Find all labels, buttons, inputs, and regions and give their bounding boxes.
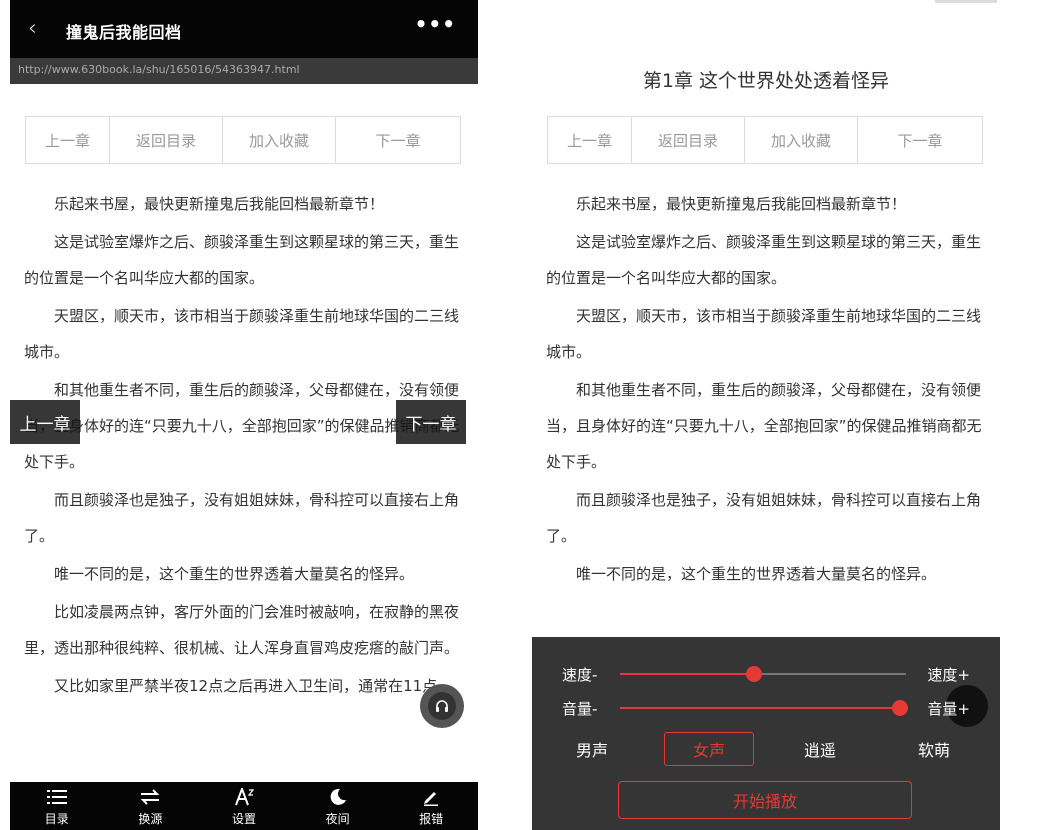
toolbar-item-night[interactable]: 夜间 — [291, 782, 385, 830]
volume-slider[interactable] — [620, 700, 909, 716]
start-playback-button[interactable]: 开始播放 — [618, 781, 912, 819]
toolbar-label: 目录 — [44, 811, 69, 826]
volume-row: 音量- 音量+ — [532, 693, 1000, 723]
next-chapter-button[interactable]: 下一章 — [336, 117, 460, 163]
corner-tab — [935, 0, 997, 3]
toolbar-label: 换源 — [138, 811, 163, 826]
paragraph: 又比如家里严禁半夜12点之后再进入卫生间，通常在11点 — [54, 677, 438, 695]
voice-option-xiaoyao[interactable]: 逍遥 — [790, 732, 850, 766]
volume-up-button[interactable]: 音量+ — [927, 698, 970, 719]
paragraph: 唯一不同的是，这个重生的世界透着大量莫名的怪异。 — [576, 565, 937, 583]
toolbar-item-settings[interactable]: 设置 — [197, 782, 291, 830]
next-chapter-button[interactable]: 下一章 — [858, 117, 982, 163]
toolbar-item-toc[interactable]: 目录 — [10, 782, 104, 830]
paragraph: 乐起来书屋，最快更新撞鬼后我能回档最新章节！ — [54, 195, 385, 213]
volume-slider-fill — [620, 707, 901, 709]
side-prev-chapter-button[interactable]: 上一章 — [10, 400, 80, 444]
speed-up-button[interactable]: 速度+ — [927, 664, 970, 685]
headphones-icon — [428, 692, 456, 720]
chapter-nav: 上一章 返回目录 加入收藏 下一章 — [25, 116, 461, 164]
paragraph: 这是试验室爆炸之后、颜骏泽重生到这颗星球的第三天，重生的位置是一个名叫华应大都的… — [24, 233, 460, 287]
chapter-nav: 上一章 返回目录 加入收藏 下一章 — [547, 116, 983, 164]
volume-slider-handle[interactable] — [892, 700, 909, 716]
back-icon[interactable]: ‹ — [28, 16, 37, 41]
bookmark-button[interactable]: 加入收藏 — [223, 117, 336, 163]
book-title: 撞鬼后我能回档 — [66, 23, 182, 42]
paragraph: 比如凌晨两点钟，客厅外面的门会准时被敲响，在寂静的黑夜里，透出那种很纯粹、很机械… — [24, 603, 460, 657]
swap-icon — [140, 786, 160, 808]
tts-panel: 速度- 速度+ 音量- 音量+ 男声 女声 逍遥 软萌 开始播放 — [532, 637, 1000, 830]
bottom-toolbar: 目录 换源 设置 夜间 报错 — [10, 782, 478, 830]
toolbar-label: 夜间 — [325, 811, 350, 826]
voice-selector: 男声 女声 逍遥 软萌 — [532, 732, 1000, 766]
moon-icon — [329, 786, 347, 808]
paragraph: 乐起来书屋，最快更新撞鬼后我能回档最新章节！ — [576, 195, 907, 213]
bookmark-button[interactable]: 加入收藏 — [745, 117, 858, 163]
toolbar-item-report[interactable]: 报错 — [384, 782, 478, 830]
prev-chapter-button[interactable]: 上一章 — [26, 117, 110, 163]
voice-option-male[interactable]: 男声 — [562, 732, 622, 766]
more-icon[interactable]: ••• — [415, 12, 456, 36]
top-bar: ‹ 撞鬼后我能回档 ••• — [10, 0, 478, 58]
speed-row: 速度- 速度+ — [532, 659, 1000, 689]
paragraph: 这是试验室爆炸之后、颜骏泽重生到这颗星球的第三天，重生的位置是一个名叫华应大都的… — [546, 233, 982, 287]
chapter-content: 乐起来书屋，最快更新撞鬼后我能回档最新章节！ 这是试验室爆炸之后、颜骏泽重生到这… — [24, 186, 464, 706]
chapter-content: 乐起来书屋，最快更新撞鬼后我能回档最新章节！ 这是试验室爆炸之后、颜骏泽重生到这… — [546, 186, 986, 594]
paragraph: 而且颜骏泽也是独子，没有姐姐妹妹，骨科控可以直接右上角了。 — [546, 491, 982, 545]
toc-button[interactable]: 返回目录 — [110, 117, 223, 163]
voice-option-female[interactable]: 女声 — [664, 732, 754, 766]
toolbar-item-source[interactable]: 换源 — [104, 782, 198, 830]
side-next-chapter-button[interactable]: 下一章 — [396, 400, 466, 444]
speed-slider-handle[interactable] — [746, 666, 763, 682]
paragraph: 天盟区，顺天市，该市相当于颜骏泽重生前地球华国的二三线城市。 — [546, 307, 982, 361]
volume-down-button[interactable]: 音量- — [562, 698, 597, 719]
toolbar-label: 设置 — [231, 811, 256, 826]
reader-screen-right: 第1章 这个世界处处透着怪异 上一章 返回目录 加入收藏 下一章 乐起来书屋，最… — [532, 0, 1000, 830]
toolbar-label: 报错 — [419, 811, 444, 826]
reader-screen-left: ‹ 撞鬼后我能回档 ••• http://www.630book.la/shu/… — [10, 0, 478, 830]
speed-slider-fill — [620, 673, 755, 675]
paragraph: 和其他重生者不同，重生后的颜骏泽，父母都健在，没有领便当，且身体好的连“只要九十… — [546, 381, 982, 471]
chapter-title: 第1章 这个世界处处透着怪异 — [642, 70, 890, 92]
font-size-icon — [234, 786, 254, 808]
pencil-icon — [422, 786, 440, 808]
listen-button[interactable] — [420, 684, 464, 728]
list-icon — [46, 786, 67, 808]
toc-button[interactable]: 返回目录 — [632, 117, 745, 163]
speed-down-button[interactable]: 速度- — [562, 664, 597, 685]
voice-option-ruanmeng[interactable]: 软萌 — [904, 732, 964, 766]
paragraph: 天盟区，顺天市，该市相当于颜骏泽重生前地球华国的二三线城市。 — [24, 307, 460, 361]
speed-slider[interactable] — [620, 666, 906, 682]
paragraph: 唯一不同的是，这个重生的世界透着大量莫名的怪异。 — [54, 565, 415, 583]
url-bar: http://www.630book.la/shu/165016/5436394… — [10, 58, 478, 84]
paragraph: 而且颜骏泽也是独子，没有姐姐妹妹，骨科控可以直接右上角了。 — [24, 491, 460, 545]
prev-chapter-button[interactable]: 上一章 — [548, 117, 632, 163]
